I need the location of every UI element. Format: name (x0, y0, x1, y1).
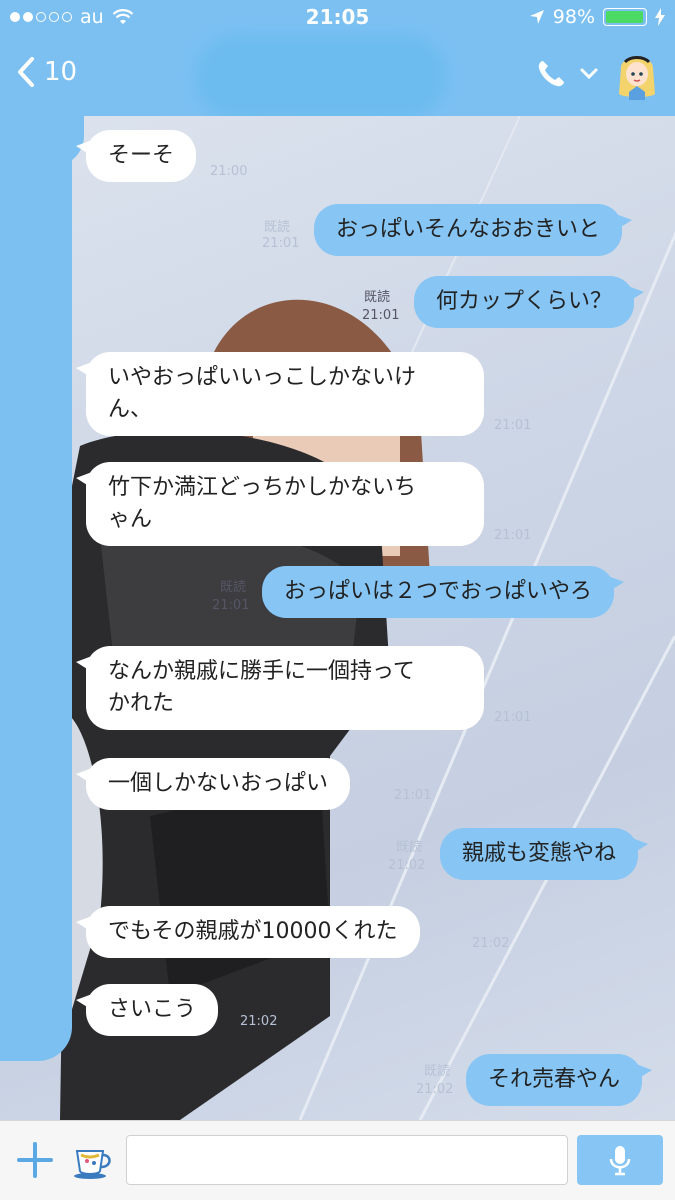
message-input-field[interactable] (126, 1135, 568, 1185)
message-bubble-incoming[interactable]: でもその親戚が10000くれた (76, 906, 420, 958)
message-bubble-outgoing[interactable]: それ売春やん (466, 1054, 653, 1106)
message-time: 21:01 (494, 528, 532, 543)
status-bar: au 21:05 98% (0, 0, 675, 36)
microphone-icon (609, 1146, 631, 1176)
message-time: 21:01 (494, 418, 532, 433)
message-time: 21:02 (472, 936, 510, 951)
message-time: 21:01 (362, 308, 400, 323)
message-time: 21:02 (240, 1014, 278, 1029)
message-bubble-incoming[interactable]: 一個しかないおっぱい (75, 758, 351, 810)
chevron-left-icon (18, 57, 34, 87)
teacup-sticker-icon[interactable] (72, 1141, 114, 1181)
phone-icon[interactable] (535, 58, 567, 90)
message-bubble-outgoing[interactable]: おっぱいそんなおおきいと (314, 204, 633, 256)
chat-header: 10 (0, 36, 675, 116)
message-time: 21:01 (394, 788, 432, 803)
message-read-receipt: 既読 (424, 1064, 451, 1079)
message-bubble-incoming[interactable]: そーそ (75, 130, 197, 182)
bolt-icon (655, 8, 665, 26)
message-bubble-outgoing[interactable]: おっぱいは２つでおっぱいやろ (262, 566, 625, 618)
message-time: 21:02 (416, 1082, 454, 1097)
message-read-receipt: 既読 (396, 840, 423, 855)
location-arrow-icon (529, 10, 544, 24)
message-time: 21:00 (210, 164, 248, 179)
message-time: 21:01 (494, 710, 532, 725)
message-time: 21:01 (212, 598, 250, 613)
chevron-down-icon[interactable] (579, 67, 599, 81)
message-bubble-incoming[interactable]: さいこう (75, 984, 219, 1036)
message-bubble-incoming[interactable]: いやおっぱいいっこしかないけ ん、 (76, 352, 484, 436)
message-bubble-outgoing[interactable]: 何カップくらい？ (414, 276, 645, 328)
message-read-receipt: 既読 (220, 580, 247, 595)
voice-message-button[interactable] (577, 1135, 663, 1185)
battery-percentage: 98% (552, 6, 595, 28)
back-button[interactable]: 10 (16, 56, 77, 88)
redacted-sender-area (0, 116, 72, 1061)
message-time: 21:02 (388, 858, 426, 873)
message-read-receipt: 既読 (364, 290, 391, 305)
message-bubble-outgoing[interactable]: 親戚も変態やね (440, 828, 649, 880)
battery-icon (603, 8, 647, 26)
message-read-receipt: 既読 (264, 220, 291, 235)
message-bubble-incoming[interactable]: なんか親戚に勝手に一個持って かれた (76, 646, 484, 730)
plus-icon[interactable] (16, 1141, 54, 1179)
battery-level-fill (606, 11, 644, 23)
alice-avatar-icon[interactable] (611, 48, 663, 100)
redacted-chat-title (205, 44, 437, 110)
status-right: 98% (529, 6, 665, 28)
message-input-bar (0, 1120, 675, 1200)
message-time: 21:01 (262, 236, 300, 251)
header-actions (535, 48, 663, 100)
chat-area[interactable]: そーそ 21:00 既読 21:01 おっぱいそんなおおきいと 既読 21:01… (0, 116, 675, 1120)
background-photo (60, 116, 675, 1120)
message-bubble-incoming[interactable]: 竹下か満江どっちかしかないち ゃん (76, 462, 484, 546)
unread-count: 10 (44, 57, 78, 87)
